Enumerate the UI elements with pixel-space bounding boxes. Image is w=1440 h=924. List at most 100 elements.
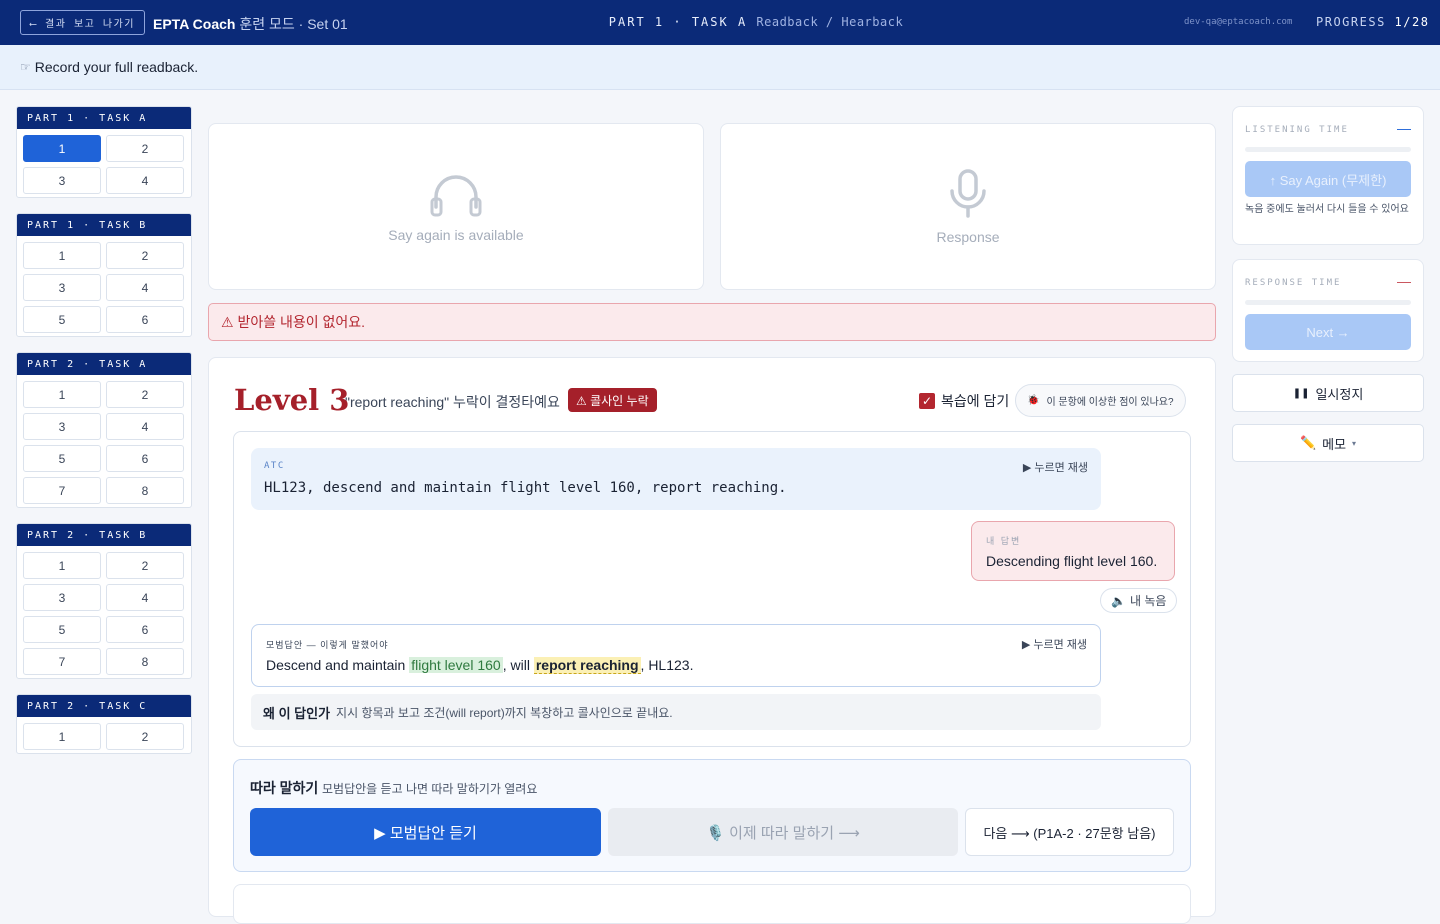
- pause-label: 일시정지: [1315, 386, 1364, 402]
- nav-question-item[interactable]: 2: [106, 135, 184, 162]
- atc-instruction-bubble: ATC ▶ 누르면 재생 HL123, descend and maintain…: [251, 448, 1101, 510]
- nav-group: PART 1 · TASK B123456: [16, 213, 192, 337]
- my-answer-text: Descending flight level 160.: [986, 553, 1158, 569]
- nav-question-item[interactable]: 2: [106, 381, 184, 408]
- response-time-bar: [1245, 300, 1411, 305]
- nav-question-item[interactable]: 6: [106, 616, 184, 643]
- nav-group-grid: 123456: [17, 236, 191, 336]
- breadcrumb-subtitle: Readback / Hearback: [756, 15, 904, 29]
- progress-indicator: PROGRESS 1/28: [1316, 15, 1429, 29]
- nav-group: PART 2 · TASK B 12345678: [16, 523, 192, 679]
- memo-label: 메모: [1322, 436, 1347, 452]
- shadowing-subtitle: 모범답안을 듣고 나면 따라 말하기가 열려요: [322, 782, 538, 796]
- microphone-icon: [950, 168, 986, 218]
- memo-button[interactable]: ✏️ 메모 ▾: [1232, 424, 1424, 462]
- nav-question-item[interactable]: 7: [23, 648, 101, 675]
- nav-group-grid: 1234: [17, 129, 191, 197]
- nav-question-item[interactable]: 2: [106, 242, 184, 269]
- pause-button[interactable]: ❚❚ 일시정지: [1232, 374, 1424, 412]
- pencil-icon: ✏️: [1299, 435, 1317, 450]
- nav-question-item[interactable]: 4: [106, 584, 184, 611]
- nav-question-item[interactable]: 1: [23, 723, 101, 750]
- listening-time-value: —: [1397, 120, 1411, 136]
- listening-time-bar: [1245, 147, 1411, 152]
- my-recording-button[interactable]: 🔈 내 녹음: [1100, 588, 1178, 613]
- nav-group-title: PART 2 · TASK B: [17, 524, 191, 546]
- nav-question-item[interactable]: 5: [23, 445, 101, 472]
- nav-group-grid: 12: [17, 717, 191, 753]
- next-section-peek: [233, 884, 1191, 924]
- atc-play-button[interactable]: ▶ 누르면 재생: [1023, 459, 1088, 475]
- nav-question-item[interactable]: 3: [23, 413, 101, 440]
- report-issue-label: 이 문항에 이상한 점이 있나요?: [1046, 397, 1174, 408]
- model-play-button[interactable]: ▶ 누르면 재생: [1022, 636, 1087, 652]
- nav-question-item[interactable]: 1: [23, 552, 101, 579]
- report-issue-button[interactable]: 🐞 이 문항에 이상한 점이 있나요?: [1015, 384, 1186, 417]
- instruction-text: Record your full readback.: [34, 59, 199, 75]
- nav-group: PART 2 · TASK C12: [16, 694, 192, 754]
- nav-question-item[interactable]: 4: [106, 274, 184, 301]
- model-answer-text: Descend and maintain flight level 160, w…: [266, 657, 694, 674]
- nav-question-item[interactable]: 3: [23, 167, 101, 194]
- response-card-label: Response: [936, 228, 1000, 245]
- nav-question-item[interactable]: 8: [106, 477, 184, 504]
- nav-question-item[interactable]: 4: [106, 413, 184, 440]
- pointing-hand-icon: ☞: [20, 60, 31, 74]
- shadowing-title: 따라 말하기: [250, 780, 319, 796]
- chevron-down-icon: ▾: [1352, 438, 1357, 448]
- nav-question-item[interactable]: 1: [23, 135, 101, 162]
- listening-card: Say again is available: [208, 123, 704, 290]
- say-again-note: 녹음 중에도 눌러서 다시 들을 수 있어요: [1245, 204, 1409, 215]
- say-again-button[interactable]: ↑ Say Again (무제한): [1245, 161, 1411, 197]
- shadowing-section: 따라 말하기 모범답안을 듣고 나면 따라 말하기가 열려요 ▶ 모범답안 듣기…: [233, 759, 1191, 872]
- listening-card-label: Say again is available: [388, 226, 524, 243]
- listen-model-answer-button[interactable]: ▶ 모범답안 듣기: [250, 808, 601, 856]
- nav-question-item[interactable]: 7: [23, 477, 101, 504]
- nav-question-item[interactable]: 3: [23, 274, 101, 301]
- nav-question-item[interactable]: 6: [106, 445, 184, 472]
- checkbox-checked-icon[interactable]: ✓: [919, 393, 935, 409]
- empty-transcript-alert: ⚠ 받아쓸 내용이 없어요.: [208, 303, 1216, 341]
- speaker-icon: 🔈: [1111, 593, 1126, 608]
- nav-question-item[interactable]: 5: [23, 616, 101, 643]
- nav-group-grid: 12345678: [17, 375, 191, 507]
- nav-question-item[interactable]: 4: [106, 167, 184, 194]
- my-answer-bubble: 내 답변 Descending flight level 160.: [971, 521, 1175, 581]
- shadow-repeat-button[interactable]: 🎙️ 이제 따라 말하기 ⟶: [608, 808, 958, 856]
- next-button[interactable]: Next →: [1245, 314, 1411, 350]
- nav-group-title: PART 1 · TASK A: [17, 107, 191, 129]
- nav-question-item[interactable]: 8: [106, 648, 184, 675]
- nav-question-item[interactable]: 6: [106, 306, 184, 333]
- nav-question-item[interactable]: 3: [23, 584, 101, 611]
- bug-icon: 🐞: [1027, 395, 1040, 406]
- response-time-title: RESPONSE TIME: [1245, 278, 1342, 288]
- response-time-panel: RESPONSE TIME — Next →: [1232, 259, 1424, 362]
- nav-question-item[interactable]: 1: [23, 242, 101, 269]
- response-time-value: —: [1397, 273, 1411, 289]
- next-question-button[interactable]: 다음 ⟶ (P1A-2 · 27문항 남음): [965, 808, 1174, 856]
- explanation-text: 지시 항목과 보고 조건(will report)까지 복창하고 콜사인으로 끝…: [336, 705, 673, 720]
- atc-text: HL123, descend and maintain flight level…: [264, 480, 787, 496]
- level-title: Level 3: [234, 383, 350, 417]
- nav-question-item[interactable]: 1: [23, 381, 101, 408]
- add-to-review-checkbox[interactable]: ✓ 복습에 담기: [919, 391, 1009, 411]
- model-text-part: , HL123.: [640, 657, 694, 673]
- instruction-bar: ☞ Record your full readback.: [0, 45, 1440, 90]
- my-recording-label: 내 녹음: [1129, 594, 1167, 608]
- model-answer-tag: 모범답안 — 이렇게 말했어야: [266, 640, 389, 650]
- answer-comparison: ATC ▶ 누르면 재생 HL123, descend and maintain…: [233, 431, 1191, 747]
- atc-tag: ATC: [264, 461, 285, 471]
- level-description: "report reaching" 누락이 결정타예요: [345, 394, 560, 410]
- callsign-missing-badge: ⚠ 콜사인 누락: [568, 388, 657, 412]
- nav-question-item[interactable]: 5: [23, 306, 101, 333]
- explanation-box: 왜 이 답인가 지시 항목과 보고 조건(will report)까지 복창하고…: [251, 694, 1101, 730]
- nav-question-item[interactable]: 2: [106, 723, 184, 750]
- top-bar: ⟵ 결과 보고 나가기 EPTA Coach 훈련 모드 · Set 01 PA…: [0, 0, 1440, 45]
- pause-icon: ❚❚: [1292, 387, 1310, 399]
- headphones-icon: [430, 174, 482, 216]
- response-card: Response: [720, 123, 1216, 290]
- add-to-review-label: 복습에 담기: [941, 393, 1010, 409]
- highlight-missing: report reaching: [533, 657, 641, 674]
- nav-group-title: PART 2 · TASK C: [17, 695, 191, 717]
- nav-question-item[interactable]: 2: [106, 552, 184, 579]
